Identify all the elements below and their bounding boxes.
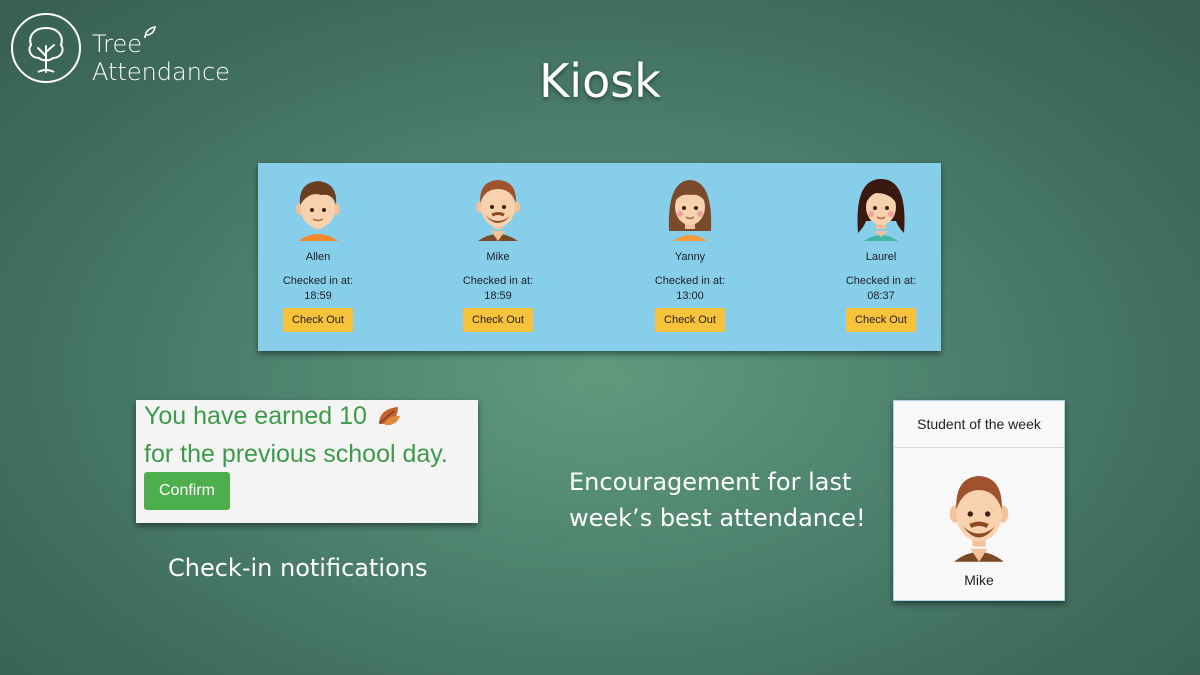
notification-line-2: for the previous school day. (144, 440, 448, 468)
checked-in-label: Checked in at: (845, 275, 917, 287)
leaf-icon (378, 407, 400, 426)
page-title: Kiosk (539, 54, 661, 108)
student-card-laurel: Laurel Checked in at: 08:37 Check Out (821, 171, 941, 332)
check-out-button[interactable]: Check Out (283, 308, 353, 332)
checked-in-label: Checked in at: (282, 275, 354, 287)
notification-earned-text: You have earned 10 (144, 402, 367, 430)
student-of-week-header: Student of the week (894, 401, 1064, 448)
checked-in-time: 18:59 (484, 290, 512, 302)
student-card-mike: Mike Checked in at: 18:59 Check Out (438, 171, 558, 332)
check-out-button[interactable]: Check Out (463, 308, 533, 332)
checkin-notification-card: You have earned 10 for the previous scho… (136, 400, 478, 523)
notification-line-1: You have earned 10 (144, 402, 402, 431)
encouragement-line-1: Encouragement for last (569, 468, 852, 496)
encouragement-line-2: week’s best attendance! (569, 504, 866, 532)
student-name: Mike (486, 251, 510, 263)
encouragement-caption: Encouragement for last week’s best atten… (569, 464, 866, 536)
check-out-button[interactable]: Check Out (846, 308, 916, 332)
student-of-week-name: Mike (964, 572, 994, 588)
student-of-the-week-card: Student of the week Mike (893, 400, 1065, 601)
student-name: Laurel (865, 251, 897, 263)
checked-in-label: Checked in at: (654, 275, 726, 287)
check-out-button[interactable]: Check Out (655, 308, 725, 332)
sprout-icon (144, 26, 157, 39)
woman-avatar-icon (857, 179, 905, 241)
checked-in-time: 08:37 (867, 290, 895, 302)
boy-avatar-icon (296, 181, 340, 241)
bearded-man-avatar-icon (476, 180, 520, 241)
girl-avatar-icon (668, 180, 712, 241)
student-card-allen: Allen Checked in at: 18:59 Check Out (258, 171, 378, 332)
checked-in-time: 18:59 (304, 290, 332, 302)
bearded-man-avatar-icon (949, 476, 1009, 562)
confirm-button[interactable]: Confirm (144, 472, 230, 510)
checkin-caption: Check-in notifications (168, 554, 428, 582)
student-card-yanny: Yanny Checked in at: 13:00 Check Out (630, 171, 750, 332)
student-name: Allen (305, 251, 331, 263)
kiosk-panel: Allen Checked in at: 18:59 Check Out Mik… (258, 163, 941, 351)
student-name: Yanny (674, 251, 706, 263)
checked-in-time: 13:00 (676, 290, 704, 302)
checked-in-label: Checked in at: (462, 275, 534, 287)
